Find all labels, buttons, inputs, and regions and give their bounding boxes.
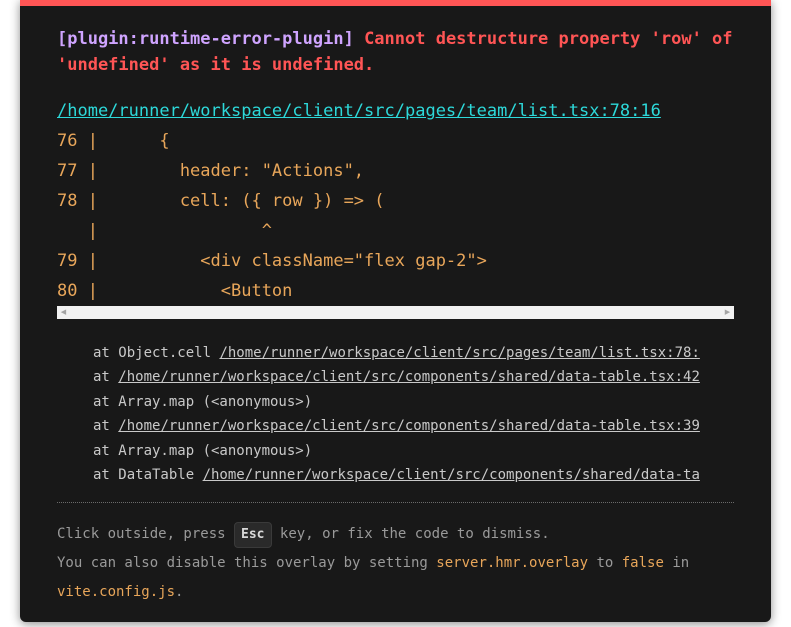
error-file-link[interactable]: /home/runner/workspace/client/src/pages/… bbox=[57, 98, 661, 124]
stack-frame-text: at bbox=[93, 369, 119, 386]
tip-line-1: Click outside, press Esc key, or fix the… bbox=[57, 520, 734, 549]
error-accent-bar bbox=[20, 0, 771, 6]
stack-frame: at Object.cell /home/runner/workspace/cl… bbox=[93, 341, 734, 365]
stack-frame-text: at bbox=[93, 418, 119, 435]
stack-frame-link[interactable]: /home/runner/workspace/client/src/compon… bbox=[203, 467, 700, 483]
tip-text: Click outside, press bbox=[57, 526, 235, 542]
config-file-name: vite.config.js bbox=[57, 584, 176, 600]
stack-trace: at Object.cell /home/runner/workspace/cl… bbox=[93, 341, 734, 487]
code-line: 77 | header: "Actions", bbox=[57, 161, 365, 181]
code-line: 79 | <div className="flex gap-2"> bbox=[57, 251, 487, 271]
code-line: 76 | { bbox=[57, 131, 170, 151]
error-overlay-panel: [plugin:runtime-error-plugin] Cannot des… bbox=[20, 0, 771, 622]
code-frame-text: 76 | { 77 | header: "Actions", 78 | cell… bbox=[57, 126, 734, 306]
stack-frame-link[interactable]: /home/runner/workspace/client/src/compon… bbox=[118, 369, 700, 385]
scroll-left-icon[interactable]: ◀ bbox=[57, 306, 70, 319]
stack-frame: at Array.map (<anonymous>) bbox=[93, 439, 734, 463]
setting-name: server.hmr.overlay bbox=[436, 555, 589, 571]
tip-text: to bbox=[588, 555, 622, 571]
stack-frame-text: at Array.map (<anonymous>) bbox=[93, 442, 313, 459]
code-line: 78 | cell: ({ row }) => ( bbox=[57, 191, 385, 211]
tip-line-3: vite.config.js. bbox=[57, 578, 734, 607]
stack-frame: at Array.map (<anonymous>) bbox=[93, 390, 734, 414]
setting-value: false bbox=[621, 555, 664, 571]
scroll-right-icon[interactable]: ▶ bbox=[721, 306, 734, 319]
stack-frame-text: at DataTable bbox=[93, 467, 203, 484]
divider bbox=[57, 502, 734, 503]
tip-text: key, or fix the code to dismiss. bbox=[271, 526, 550, 542]
tip-text: in bbox=[663, 555, 690, 571]
dismiss-tip: Click outside, press Esc key, or fix the… bbox=[57, 520, 734, 607]
code-line: 80 | <Button bbox=[57, 281, 293, 301]
stack-frame-text: at Array.map (<anonymous>) bbox=[93, 393, 313, 410]
esc-key: Esc bbox=[234, 522, 272, 548]
tip-text: . bbox=[175, 584, 184, 600]
scrollbar-thumb[interactable] bbox=[70, 308, 721, 317]
horizontal-scrollbar[interactable]: ◀ ▶ bbox=[57, 306, 734, 319]
stack-frame-link[interactable]: /home/runner/workspace/client/src/compon… bbox=[118, 418, 700, 434]
stack-frame: at DataTable /home/runner/workspace/clie… bbox=[93, 463, 734, 487]
stack-frame-text: at Object.cell bbox=[93, 345, 220, 361]
tip-line-2: You can also disable this overlay by set… bbox=[57, 549, 734, 578]
stack-frame: at /home/runner/workspace/client/src/com… bbox=[93, 365, 734, 389]
stack-frame: at /home/runner/workspace/client/src/com… bbox=[93, 414, 734, 438]
plugin-name: [plugin:runtime-error-plugin] bbox=[57, 29, 354, 49]
code-line: | ^ bbox=[57, 221, 272, 241]
error-message: [plugin:runtime-error-plugin] Cannot des… bbox=[57, 26, 737, 78]
code-frame: 76 | { 77 | header: "Actions", 78 | cell… bbox=[57, 126, 734, 319]
stack-frame-link[interactable]: /home/runner/workspace/client/src/pages/… bbox=[219, 345, 699, 361]
tip-text: You can also disable this overlay by set… bbox=[57, 555, 437, 571]
